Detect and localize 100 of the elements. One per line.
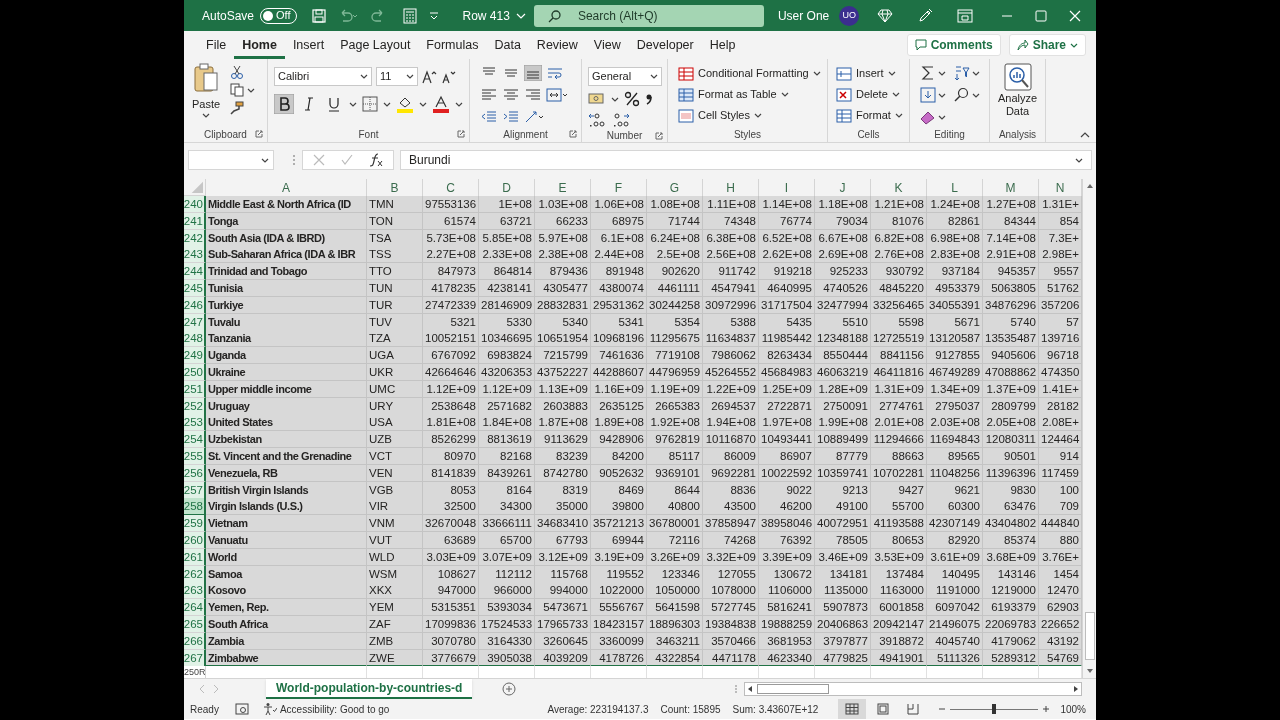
table-cell: 1.18E+08 xyxy=(815,196,871,213)
table-cell: United States xyxy=(206,414,367,432)
table-cell: 8263434 xyxy=(759,347,815,365)
table-cell: 925233 xyxy=(815,263,871,281)
row-header[interactable]: 264 xyxy=(184,599,206,617)
table-cell: 139716 xyxy=(1039,330,1082,348)
table-cell: 2.33E+08 xyxy=(479,246,535,264)
table-cell: TSS xyxy=(367,246,423,264)
table-cell: 38958046 xyxy=(759,515,815,533)
delete-cells-button[interactable]: Delete xyxy=(836,86,903,103)
table-cell: 1.08E+08 xyxy=(647,196,703,213)
table-cell: 43404802 xyxy=(983,515,1039,533)
table-cell: Vietnam xyxy=(206,515,367,533)
row-header[interactable]: 254 xyxy=(184,431,206,449)
table-cell: 930792 xyxy=(871,263,927,281)
font-name-field[interactable]: Calibri xyxy=(274,67,372,86)
table-cell: Yemen, Rep. xyxy=(206,599,367,617)
table-cell: 2.69E+08 xyxy=(815,246,871,264)
table-cell: 2.27E+08 xyxy=(423,246,479,264)
ribbon-tab[interactable]: File xyxy=(198,31,235,59)
table-cell: 5393034 xyxy=(479,599,535,617)
table-cell: 7986062 xyxy=(703,347,759,365)
row-header[interactable]: 263 xyxy=(184,582,206,600)
table-cell: 124464 xyxy=(1039,431,1082,449)
table-cell: 9557 xyxy=(1039,263,1082,281)
format-cells-button[interactable]: Format xyxy=(836,107,903,124)
table-cell: 10116870 xyxy=(703,431,759,449)
table-cell: 39800 xyxy=(591,498,647,516)
zoom-level[interactable]: 100% xyxy=(1060,701,1086,717)
table-cell: 1078000 xyxy=(703,582,759,600)
row-header[interactable]: 259 xyxy=(184,515,206,533)
user-avatar[interactable]: UO xyxy=(839,5,860,26)
ribbon-tab[interactable]: Insert xyxy=(284,31,333,59)
table-cell: 35721213 xyxy=(591,515,647,533)
row-header[interactable]: 248 xyxy=(184,330,206,348)
table-cell: 5556767 xyxy=(591,599,647,617)
row-header[interactable]: 253 xyxy=(184,414,206,432)
search-field[interactable]: Search (Alt+Q) xyxy=(533,4,764,27)
sheet-tab[interactable]: World-population-by-countries-d xyxy=(266,679,473,699)
table-cell: 6097042 xyxy=(927,599,983,617)
table-cell: TZA xyxy=(367,330,423,348)
row-header[interactable]: 244 xyxy=(184,263,206,281)
table-cell: 12725519 xyxy=(871,330,927,348)
table-cell: 2.56E+08 xyxy=(703,246,759,264)
selection-size-tooltip: 250R xyxy=(184,666,206,678)
table-cell: 1.87E+08 xyxy=(535,414,591,432)
table-cell: 63476 xyxy=(983,498,1039,516)
table-cell: 37858947 xyxy=(703,515,759,533)
analyze-data-button[interactable]: Analyze Data xyxy=(994,63,1041,126)
ribbon-tab[interactable]: Developer xyxy=(628,31,702,59)
paste-button[interactable]: Paste xyxy=(188,63,224,126)
number-format-field[interactable]: General xyxy=(588,67,662,86)
format-as-table-button[interactable]: Format as Table xyxy=(678,86,821,103)
ribbon-tab[interactable]: View xyxy=(585,31,629,59)
status-mode: Ready xyxy=(190,702,219,717)
table-cell: 1.99E+08 xyxy=(815,414,871,432)
table-cell: 7215799 xyxy=(535,347,591,365)
ribbon-tab[interactable]: Help xyxy=(701,31,744,59)
table-cell: 947000 xyxy=(423,582,479,600)
table-cell: 8813619 xyxy=(479,431,535,449)
group-label: Clipboard xyxy=(204,127,247,142)
table-cell: 5727745 xyxy=(703,599,759,617)
accessibility-status[interactable]: Accessibility: Good to go xyxy=(262,701,390,717)
share-button[interactable]: Share xyxy=(1008,34,1086,56)
file-name-dropdown[interactable]: Row 413 xyxy=(462,6,526,25)
table-cell: 8841156 xyxy=(871,347,927,365)
row-header[interactable]: 243 xyxy=(184,246,206,264)
table-cell: Sub-Saharan Africa (IDA & IBR xyxy=(206,246,367,264)
row-header[interactable]: 240 xyxy=(184,196,206,213)
table-cell: 10493441 xyxy=(759,431,815,449)
insert-cells-button[interactable]: Insert xyxy=(836,65,903,82)
table-cell: 6001858 xyxy=(871,599,927,617)
table-cell: 8526299 xyxy=(423,431,479,449)
table-cell: 2.44E+08 xyxy=(591,246,647,264)
table-cell: 49100 xyxy=(815,498,871,516)
ribbon-tab[interactable]: Review xyxy=(528,31,586,59)
table-cell: 2.91E+08 xyxy=(983,246,1039,264)
table-cell: 2.03E+08 xyxy=(927,414,983,432)
table-cell: 11694843 xyxy=(927,431,983,449)
ribbon-tab[interactable]: Formulas xyxy=(418,31,487,59)
ribbon-tab[interactable]: Data xyxy=(486,31,529,59)
table-cell: 1.97E+08 xyxy=(759,414,815,432)
ribbon-tab[interactable]: Page Layout xyxy=(332,31,419,59)
table-cell: 1.31E+ xyxy=(1039,196,1082,213)
row-header[interactable]: 258 xyxy=(184,498,206,516)
comments-button[interactable]: Comments xyxy=(906,34,1001,56)
cell-styles-button[interactable]: Cell Styles xyxy=(678,107,821,124)
conditional-formatting-button[interactable]: Conditional Formatting xyxy=(678,65,821,82)
table-cell: 891948 xyxy=(591,263,647,281)
table-cell: 97553136 xyxy=(423,196,479,213)
table-cell: 2.38E+08 xyxy=(535,246,591,264)
row-header[interactable]: 249 xyxy=(184,347,206,365)
table-cell: UGA xyxy=(367,347,423,365)
table-cell: YEM xyxy=(367,599,423,617)
formula-field[interactable]: Burundi xyxy=(400,150,1092,170)
table-cell: 5473671 xyxy=(535,599,591,617)
table-cell: 5641598 xyxy=(647,599,703,617)
table-cell: 2.98E+ xyxy=(1039,246,1082,264)
status-sum: Sum: 3.43607E+12 xyxy=(732,702,819,717)
font-size-field[interactable]: 11 xyxy=(376,67,418,86)
